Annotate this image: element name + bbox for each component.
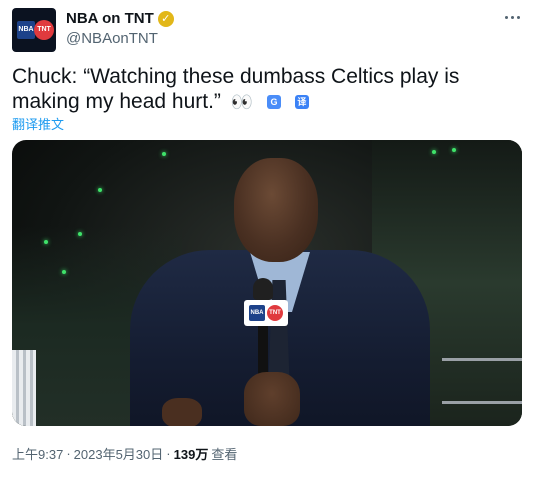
glow-stick bbox=[452, 148, 456, 152]
display-name[interactable]: NBA on TNT bbox=[66, 10, 154, 27]
mic-flag-tnt: TNT bbox=[267, 305, 283, 321]
glow-stick bbox=[44, 240, 48, 244]
tweet-text: Chuck: “Watching these dumbass Celtics p… bbox=[12, 64, 512, 115]
view-count: 139万 bbox=[173, 447, 209, 462]
meta-separator: · bbox=[66, 446, 71, 461]
avatar-tnt-logo: TNT bbox=[34, 20, 54, 40]
avatar[interactable]: NBA TNT bbox=[12, 8, 56, 52]
tweet-media-image[interactable]: NBA TNT bbox=[12, 140, 522, 426]
microphone-head bbox=[253, 278, 273, 300]
translate-icon[interactable]: 译 bbox=[294, 95, 309, 110]
railing bbox=[442, 358, 522, 404]
more-options-button[interactable] bbox=[500, 8, 524, 26]
right-hand bbox=[244, 372, 300, 426]
view-count-label: 查看 bbox=[211, 447, 238, 462]
more-dot bbox=[510, 15, 514, 19]
tweet-date[interactable]: 2023年5月30日 bbox=[74, 444, 164, 463]
left-hand bbox=[162, 398, 202, 426]
glow-stick bbox=[78, 232, 82, 236]
tweet-card: NBA TNT NBA on TNT ✓ @NBAonTNT Chuck: “W… bbox=[0, 0, 540, 480]
handle[interactable]: @NBAonTNT bbox=[66, 30, 158, 47]
author-name-row: NBA on TNT ✓ bbox=[66, 10, 174, 27]
verified-badge-icon: ✓ bbox=[157, 10, 174, 27]
tweet-time[interactable]: 上午9:37 bbox=[12, 444, 63, 463]
more-horizontal-icon bbox=[504, 15, 508, 19]
glow-stick bbox=[162, 152, 166, 156]
mic-flag-nba: NBA bbox=[249, 305, 265, 321]
glow-stick bbox=[98, 188, 102, 192]
meta-separator: · bbox=[166, 446, 171, 461]
translate-tweet-link[interactable]: 翻译推文 bbox=[12, 114, 64, 133]
eyes-emoji: 👀 bbox=[230, 92, 254, 112]
glow-stick bbox=[432, 150, 436, 154]
tweet-meta: 上午9:37 · 2023年5月30日 · 139万 查看 bbox=[12, 444, 237, 463]
striped-shirt bbox=[12, 350, 36, 426]
google-translate-icon[interactable]: G bbox=[267, 95, 282, 110]
mic-flag: NBA TNT bbox=[244, 300, 288, 326]
more-dot bbox=[516, 15, 520, 19]
person-head bbox=[234, 158, 318, 262]
avatar-nba-logo: NBA bbox=[17, 21, 35, 39]
glow-stick bbox=[62, 270, 66, 274]
